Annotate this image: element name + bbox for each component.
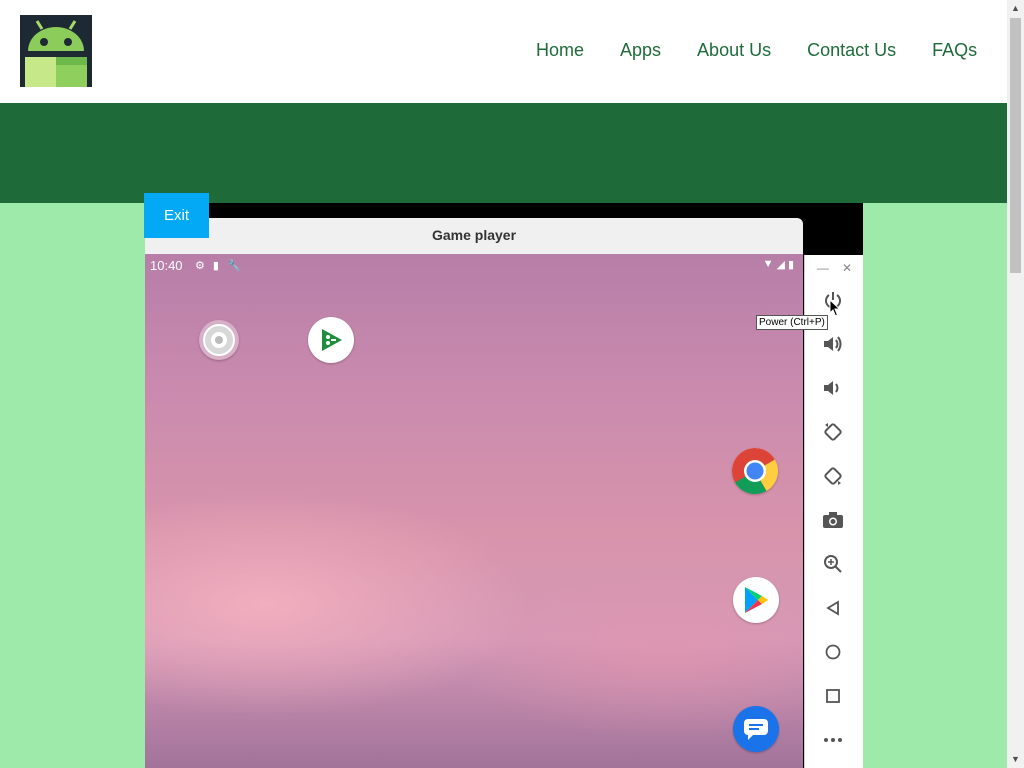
nav-home[interactable]: Home	[536, 40, 584, 61]
hero-band	[0, 103, 1007, 203]
emulator-controls: — ✕	[804, 255, 863, 768]
nav-about-us[interactable]: About Us	[697, 40, 771, 61]
game-player-window: Game player 10:40 ⚙ ▮ 🔧 ▼ ◢ ▮	[145, 218, 803, 768]
overview-icon[interactable]	[821, 684, 845, 708]
messages-icon[interactable]	[733, 706, 779, 752]
android-logo[interactable]	[20, 15, 92, 87]
scrollbar-thumb[interactable]	[1010, 18, 1021, 273]
more-icon[interactable]	[821, 728, 845, 752]
wrench-status-icon: 🔧	[226, 260, 241, 272]
status-bar: 10:40 ⚙ ▮ 🔧 ▼ ◢ ▮	[150, 258, 798, 274]
camera-icon[interactable]	[821, 508, 845, 532]
back-icon[interactable]	[821, 596, 845, 620]
nav-contact-us[interactable]: Contact Us	[807, 40, 896, 61]
status-time: 10:40	[150, 258, 183, 273]
scroll-down-icon[interactable]: ▼	[1007, 751, 1024, 768]
exit-button[interactable]: Exit	[144, 193, 209, 238]
sd-card-status-icon: ▮	[212, 260, 219, 272]
emulator-screen[interactable]: 10:40 ⚙ ▮ 🔧 ▼ ◢ ▮	[145, 254, 803, 768]
signal-status-icon: ◢	[776, 259, 785, 271]
battery-status-icon: ▮	[787, 259, 794, 271]
nav-apps[interactable]: Apps	[620, 40, 661, 61]
mouse-cursor-icon	[829, 298, 841, 322]
close-icon[interactable]: ✕	[842, 261, 852, 275]
rotate-right-icon[interactable]	[821, 464, 845, 488]
volume-up-icon[interactable]	[821, 332, 845, 356]
settings-status-icon: ⚙	[195, 260, 205, 272]
power-tooltip: Power (Ctrl+P)	[756, 315, 828, 330]
google-play-store-icon[interactable]	[733, 577, 779, 623]
player-title: Game player	[431, 227, 517, 243]
home-icon[interactable]	[821, 640, 845, 664]
screen-recorder-icon[interactable]	[199, 320, 239, 360]
google-play-games-icon[interactable]	[308, 317, 354, 363]
zoom-icon[interactable]	[821, 552, 845, 576]
minimize-icon[interactable]: —	[817, 261, 829, 275]
nav-faqs[interactable]: FAQs	[932, 40, 977, 61]
main-nav: Home Apps About Us Contact Us FAQs	[536, 40, 977, 61]
vertical-scrollbar[interactable]: ▲ ▼	[1007, 0, 1024, 768]
chrome-icon[interactable]	[732, 448, 778, 494]
wifi-status-icon: ▼	[762, 258, 774, 270]
scroll-up-icon[interactable]: ▲	[1007, 0, 1024, 17]
site-header: Home Apps About Us Contact Us FAQs	[0, 0, 1007, 103]
rotate-left-icon[interactable]	[821, 420, 845, 444]
volume-down-icon[interactable]	[821, 376, 845, 400]
